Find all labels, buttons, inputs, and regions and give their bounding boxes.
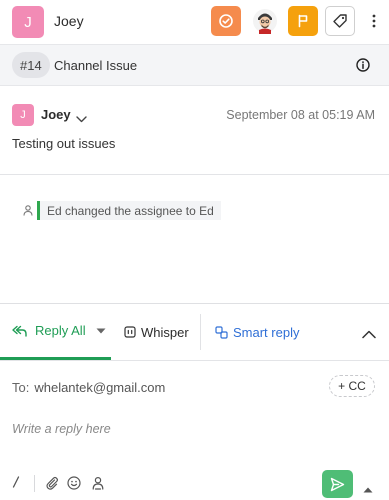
conversation-header: J Joey (0, 0, 389, 44)
message-author-avatar[interactable]: J (12, 104, 34, 126)
channel-title: Channel Issue (54, 58, 138, 73)
flag-icon (298, 14, 308, 28)
divider (0, 174, 389, 175)
message-author: Joey (41, 107, 71, 122)
tab-reply-all-label: Reply All (35, 323, 86, 338)
tab-whisper[interactable]: Whisper (124, 304, 189, 360)
reply-input[interactable] (12, 422, 372, 436)
to-email[interactable]: whelantek@gmail.com (34, 380, 165, 395)
toolbar-separator (34, 475, 35, 492)
send-icon (330, 477, 345, 491)
send-options-toggle[interactable] (363, 480, 373, 498)
person-icon (23, 203, 33, 221)
tab-whisper-label: Whisper (141, 324, 189, 340)
tag-icon (333, 14, 347, 28)
activity-log-item: Ed changed the assignee to Ed (37, 201, 221, 220)
send-button[interactable] (322, 470, 353, 498)
more-options-button[interactable] (364, 6, 384, 36)
message-body: Testing out issues (12, 136, 116, 151)
smiley-icon (67, 476, 81, 490)
status-button[interactable] (211, 6, 241, 36)
smart-reply-icon (215, 325, 228, 339)
divider (0, 360, 389, 361)
caret-down-icon[interactable] (96, 328, 106, 334)
slash-command-button[interactable] (12, 475, 20, 491)
message-timestamp: September 08 at 05:19 AM (226, 108, 375, 122)
chevron-down-icon (76, 116, 87, 123)
tab-smart-reply-label: Smart reply (233, 324, 300, 340)
tab-separator (200, 314, 201, 350)
channel-bar: #14 Channel Issue (0, 44, 389, 86)
more-vertical-icon (372, 14, 376, 28)
attach-button[interactable] (45, 476, 59, 495)
emoji-button[interactable] (67, 476, 81, 495)
message-options-toggle[interactable] (76, 110, 87, 128)
reply-composer: Reply All Whisper Smart reply To: whelant… (0, 303, 389, 500)
tab-smart-reply[interactable]: Smart reply (215, 304, 299, 360)
paperclip-icon (46, 476, 58, 490)
conversation-number-badge: #14 (12, 52, 50, 78)
reply-all-icon (12, 325, 27, 337)
whisper-icon (124, 326, 136, 338)
info-icon (356, 58, 370, 72)
tag-button[interactable] (325, 6, 355, 36)
contact-name[interactable]: Joey (54, 13, 84, 29)
add-cc-button[interactable]: + CC (329, 375, 375, 397)
chevron-up-icon (362, 330, 376, 339)
slash-command-icon (12, 476, 20, 488)
assignee-button[interactable] (250, 6, 280, 36)
contact-avatar[interactable]: J (12, 6, 44, 38)
to-label: To: (12, 380, 30, 395)
collapse-composer-button[interactable] (362, 326, 376, 344)
caret-up-icon (363, 487, 373, 493)
to-field[interactable]: To: whelantek@gmail.com (12, 380, 165, 395)
check-circle-icon (219, 14, 233, 28)
agent-avatar-icon (253, 9, 277, 34)
info-button[interactable] (356, 58, 370, 77)
priority-flag-button[interactable] (288, 6, 318, 36)
tab-reply-all[interactable]: Reply All (0, 304, 111, 360)
person-mention-icon (92, 476, 104, 490)
mention-button[interactable] (91, 476, 105, 495)
